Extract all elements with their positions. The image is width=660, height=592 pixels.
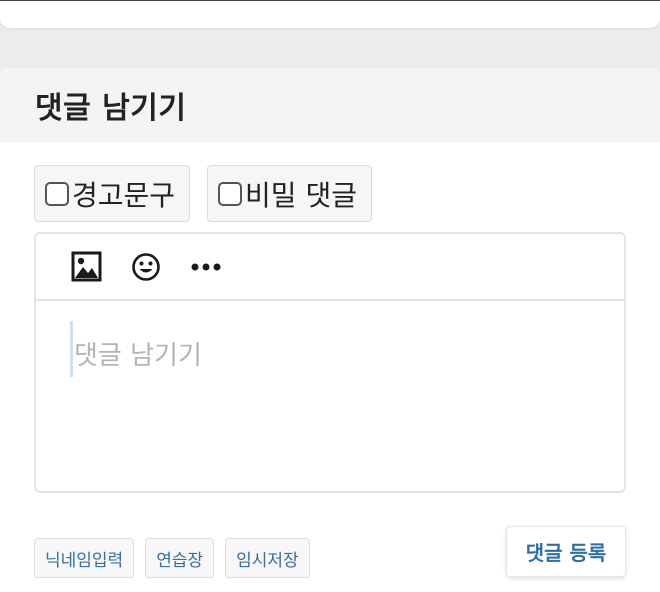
editor-toolbar xyxy=(36,234,624,301)
previous-card xyxy=(0,0,660,28)
secret-comment-checkbox[interactable] xyxy=(218,181,243,206)
comment-title: 댓글 남기기 xyxy=(35,91,187,126)
secret-comment-option[interactable]: 비밀 댓글 xyxy=(207,165,372,222)
emoji-icon-graphic xyxy=(132,252,160,281)
warning-text-option[interactable]: 경고문구 xyxy=(34,165,191,222)
image-icon-graphic xyxy=(71,251,101,282)
submit-comment-button[interactable]: 댓글 등록 xyxy=(506,526,626,577)
practice-button[interactable]: 연습장 xyxy=(145,538,215,578)
text-caret xyxy=(70,321,73,377)
more-icon[interactable] xyxy=(189,250,223,284)
comment-actions: 닉네임입력 연습장 임시저장 xyxy=(34,538,310,578)
comment-options: 경고문구 비밀 댓글 xyxy=(34,165,372,222)
warning-text-label: 경고문구 xyxy=(72,178,176,212)
secret-comment-label: 비밀 댓글 xyxy=(245,178,357,212)
warning-text-checkbox[interactable] xyxy=(45,181,69,206)
nickname-button[interactable]: 닉네임입력 xyxy=(34,538,135,578)
comment-header: 댓글 남기기 xyxy=(0,68,660,142)
comment-placeholder: 댓글 남기기 xyxy=(74,341,202,371)
comment-input[interactable]: 댓글 남기기 xyxy=(36,301,624,491)
image-icon[interactable] xyxy=(69,250,103,284)
save-draft-button[interactable]: 임시저장 xyxy=(225,538,310,578)
comment-editor: 댓글 남기기 xyxy=(34,232,626,493)
comment-panel: 댓글 남기기 경고문구 비밀 댓글 댓글 남기기 닉네임입력 연습장 임시저장 … xyxy=(0,68,660,592)
more-icon-graphic xyxy=(191,263,221,270)
emoji-icon[interactable] xyxy=(129,250,163,284)
